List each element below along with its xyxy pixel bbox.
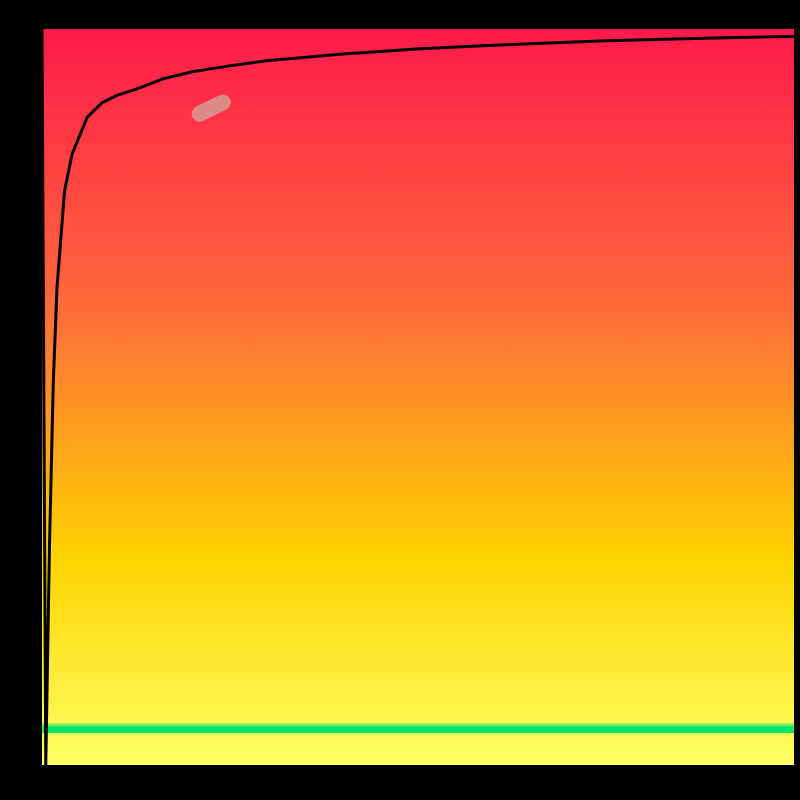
bottleneck-curve (42, 29, 794, 765)
curve-svg (42, 29, 794, 765)
frame-left (0, 0, 42, 800)
chart-stage: TheBottleneck.com (0, 0, 800, 800)
frame-bottom (0, 765, 800, 800)
frame-top (0, 0, 800, 29)
frame-right (794, 0, 800, 800)
plot-area (42, 29, 794, 765)
highlight-marker (189, 92, 234, 125)
